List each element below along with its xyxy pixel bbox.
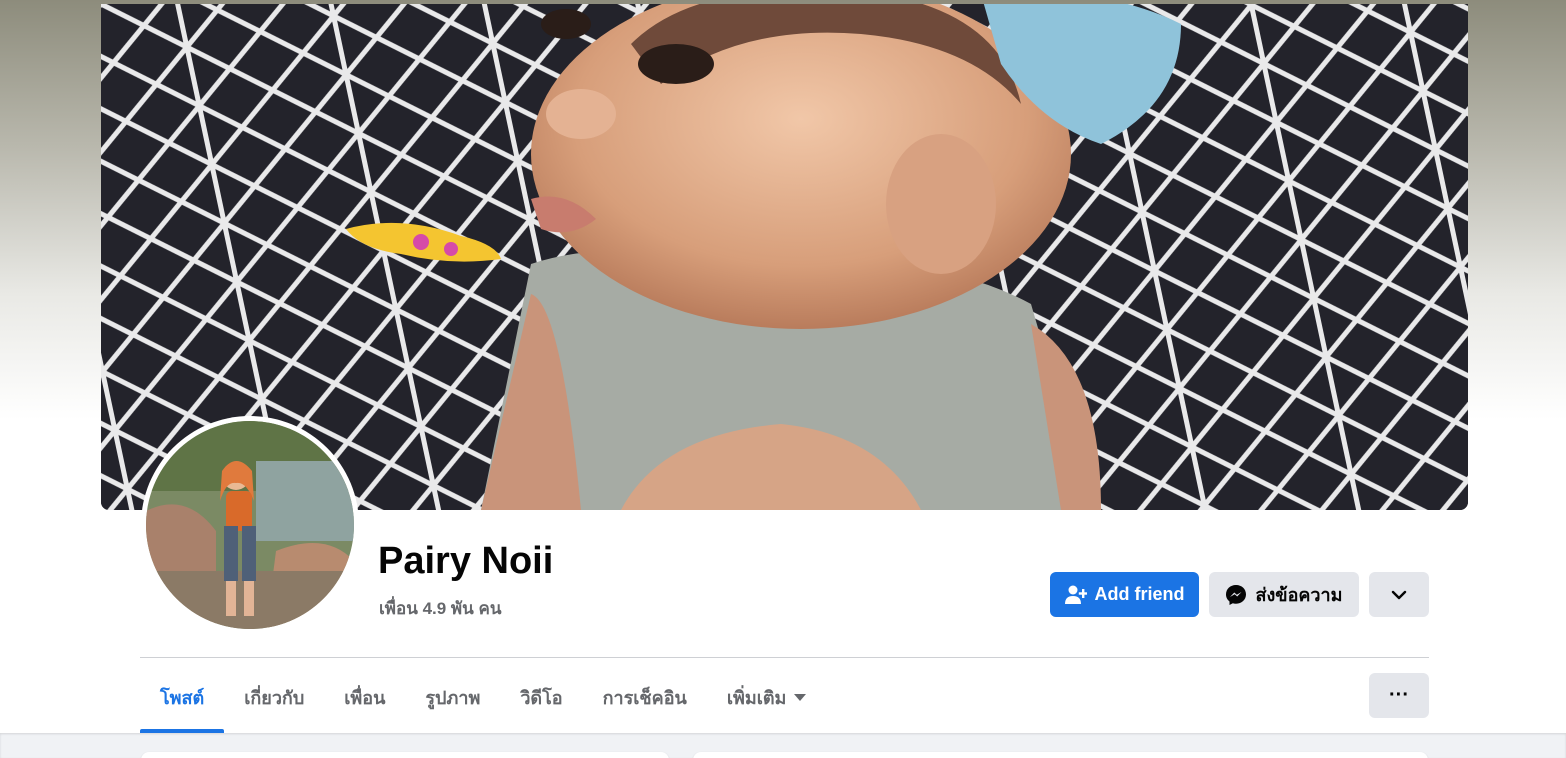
add-friend-button[interactable]: Add friend bbox=[1050, 572, 1199, 617]
header-divider bbox=[140, 657, 1429, 658]
profile-name: Pairy Noii bbox=[378, 540, 554, 582]
add-friend-label: Add friend bbox=[1094, 584, 1185, 604]
tab-label: เพิ่มเติม bbox=[726, 688, 787, 708]
tab-label: การเช็คอิน bbox=[602, 688, 687, 708]
caret-down-icon bbox=[794, 693, 807, 702]
message-label: ส่งข้อความ bbox=[1255, 585, 1343, 605]
tab-photos[interactable]: รูปภาพ bbox=[405, 665, 500, 730]
posts-card bbox=[693, 752, 1428, 758]
tab-checkins[interactable]: การเช็คอิน bbox=[583, 665, 707, 730]
message-button[interactable]: ส่งข้อความ bbox=[1209, 572, 1359, 617]
tab-more[interactable]: เพิ่มเติม bbox=[707, 665, 827, 730]
chevron-down-icon bbox=[1391, 584, 1407, 605]
profile-tabs: โพสต์ เกี่ยวกับ เพื่อน รูปภาพ วิดีโอ การ… bbox=[140, 665, 826, 733]
ellipsis-icon: ··· bbox=[1389, 684, 1409, 706]
tab-label: รูปภาพ bbox=[425, 688, 481, 708]
user-plus-icon bbox=[1064, 585, 1087, 605]
tab-about[interactable]: เกี่ยวกับ bbox=[224, 665, 324, 730]
tab-posts[interactable]: โพสต์ bbox=[140, 665, 225, 733]
tab-friends[interactable]: เพื่อน bbox=[324, 665, 405, 730]
tab-videos[interactable]: วิดีโอ bbox=[500, 665, 582, 730]
more-actions-button[interactable] bbox=[1369, 572, 1429, 617]
friends-count[interactable]: เพื่อน 4.9 พัน คน bbox=[379, 595, 501, 622]
tab-label: โพสต์ bbox=[160, 688, 205, 708]
intro-card bbox=[141, 752, 669, 758]
messenger-icon bbox=[1225, 584, 1247, 606]
avatar bbox=[146, 421, 354, 629]
tab-label: วิดีโอ bbox=[520, 688, 563, 708]
tab-label: เพื่อน bbox=[344, 688, 386, 708]
tab-label: เกี่ยวกับ bbox=[244, 688, 305, 708]
profile-picture[interactable] bbox=[141, 416, 359, 634]
tabs-overflow-button[interactable]: ··· bbox=[1369, 673, 1429, 718]
profile-page: Pairy Noii เพื่อน 4.9 พัน คน Add friend … bbox=[0, 0, 1566, 758]
